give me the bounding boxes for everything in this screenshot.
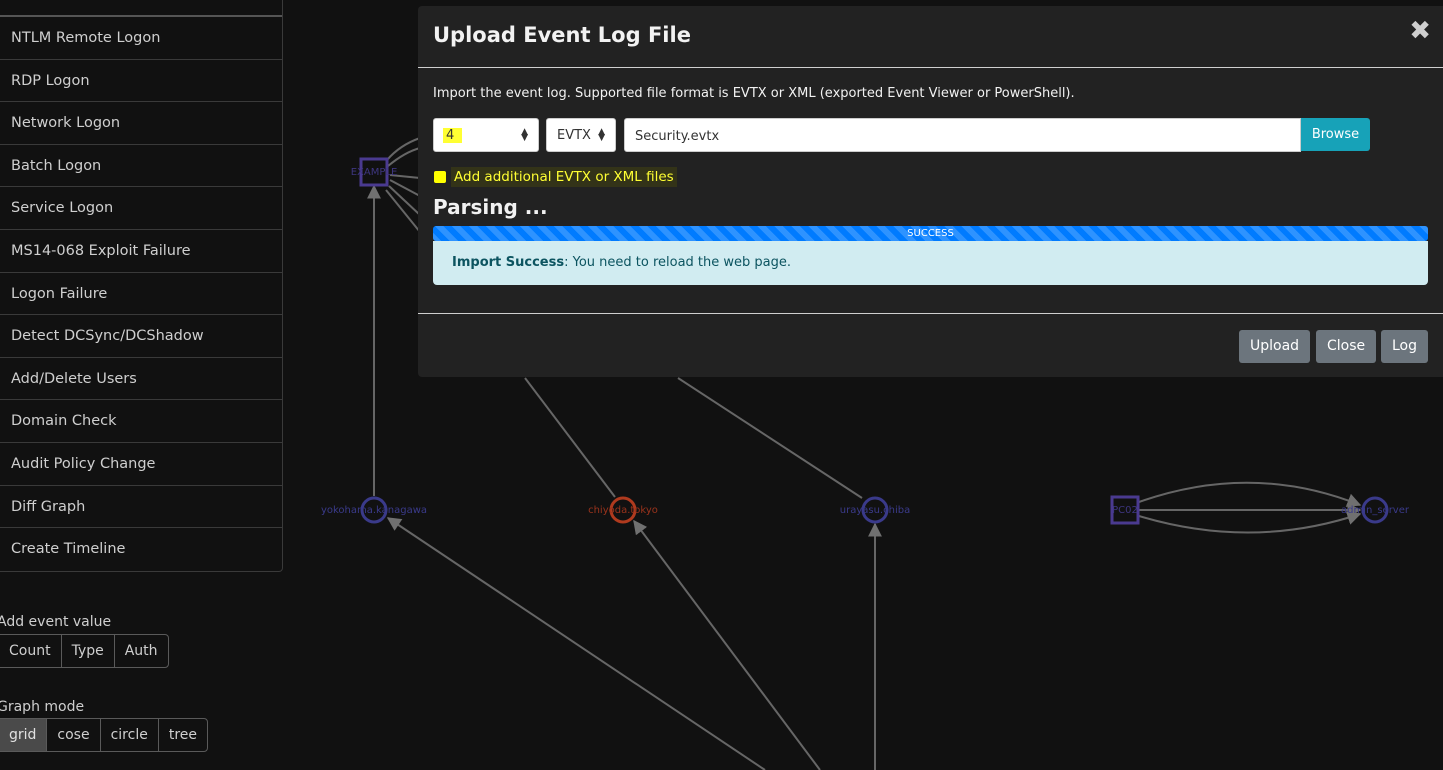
select-arrows-icon: ▲ ▼ [598, 127, 605, 143]
sidebar-item-ms14-068[interactable]: MS14-068 Exploit Failure [0, 230, 282, 273]
event-value-button-group: Count Type Auth [0, 634, 169, 668]
close-button[interactable]: Close [1316, 330, 1377, 363]
graph-edge [1138, 511, 1362, 534]
graph-edge [633, 519, 821, 770]
alert-text: : You need to reload the web page. [564, 255, 792, 270]
graph-mode-label: Graph mode [0, 699, 85, 715]
progress-bar-track: SUCCESS [433, 226, 1428, 241]
modal-header: Upload Event Log File ✖ [418, 6, 1443, 68]
graph-node-label: PC02 [1112, 505, 1138, 516]
sidebar-item-service-logon[interactable]: Service Logon [0, 187, 282, 230]
graph-edge [677, 377, 863, 499]
upload-modal: Upload Event Log File ✖ Import the event… [418, 6, 1443, 377]
timezone-select[interactable]: 4 ▲ ▼ [433, 118, 539, 152]
grid-mode-button[interactable]: grid [0, 718, 48, 752]
file-input[interactable]: Security.evtx [624, 118, 1301, 152]
graph-edge [389, 179, 421, 197]
additional-files-checkbox[interactable] [434, 171, 446, 183]
graph-edge [387, 147, 421, 167]
browse-button[interactable]: Browse [1301, 118, 1370, 151]
auth-button[interactable]: Auth [113, 634, 169, 668]
graph-node-label: yokohama.kanagawa [321, 505, 427, 516]
select-arrows-icon: ▲ ▼ [521, 127, 528, 143]
sidebar-item-partial[interactable] [0, 0, 282, 17]
upload-button[interactable]: Upload [1239, 330, 1311, 363]
file-name: Security.evtx [635, 129, 720, 144]
graph-node-label: EXAMPLE [351, 167, 398, 178]
type-button[interactable]: Type [60, 634, 115, 668]
graph-edge [386, 517, 766, 770]
log-button[interactable]: Log [1381, 330, 1429, 363]
graph-node-label: chiyoda.tokyo [588, 505, 658, 516]
count-button[interactable]: Count [0, 634, 62, 668]
parsing-label: Parsing ... [433, 195, 548, 219]
format-select[interactable]: EVTX ▲ ▼ [546, 118, 616, 152]
sidebar-menu: NTLM Remote Logon RDP Logon Network Logo… [0, 0, 283, 572]
modal-title: Upload Event Log File [433, 23, 691, 47]
sidebar-item-create-timeline[interactable]: Create Timeline [0, 528, 282, 571]
sidebar-item-audit-policy-change[interactable]: Audit Policy Change [0, 443, 282, 486]
graph-mode-button-group: grid cose circle tree [0, 718, 209, 752]
tree-mode-button[interactable]: tree [157, 718, 209, 752]
sidebar-item-add-delete-users[interactable]: Add/Delete Users [0, 358, 282, 401]
circle-mode-button[interactable]: circle [99, 718, 159, 752]
timezone-select-value: 4 [443, 128, 463, 143]
progress-bar: SUCCESS [433, 226, 1428, 241]
sidebar-item-network-logon[interactable]: Network Logon [0, 102, 282, 145]
graph-edge [1138, 481, 1362, 507]
sidebar-item-diff-graph[interactable]: Diff Graph [0, 486, 282, 529]
additional-files-label[interactable]: Add additional EVTX or XML files [451, 167, 677, 187]
sidebar-item-batch-logon[interactable]: Batch Logon [0, 145, 282, 188]
sidebar-item-rdp-logon[interactable]: RDP Logon [0, 60, 282, 103]
sidebar-item-logon-failure[interactable]: Logon Failure [0, 273, 282, 316]
sidebar-item-dcsync[interactable]: Detect DCSync/DCShadow [0, 315, 282, 358]
alert-strong-text: Import Success [452, 255, 565, 270]
event-value-label: Add event value [0, 614, 112, 630]
modal-footer: Upload Close Log [418, 313, 1443, 378]
graph-node-label: urayasu.chiba [840, 505, 910, 516]
import-success-alert: Import Success: You need to reload the w… [433, 241, 1428, 285]
graph-edge [524, 377, 616, 498]
modal-description: Import the event log. Supported file for… [433, 86, 1075, 101]
sidebar-item-domain-check[interactable]: Domain Check [0, 400, 282, 443]
graph-node-label: admin_server [1341, 505, 1410, 516]
format-select-value: EVTX [557, 128, 591, 143]
close-icon[interactable]: ✖ [1409, 18, 1431, 44]
sidebar-item-ntlm-remote-logon[interactable]: NTLM Remote Logon [0, 17, 282, 60]
cose-mode-button[interactable]: cose [46, 718, 101, 752]
